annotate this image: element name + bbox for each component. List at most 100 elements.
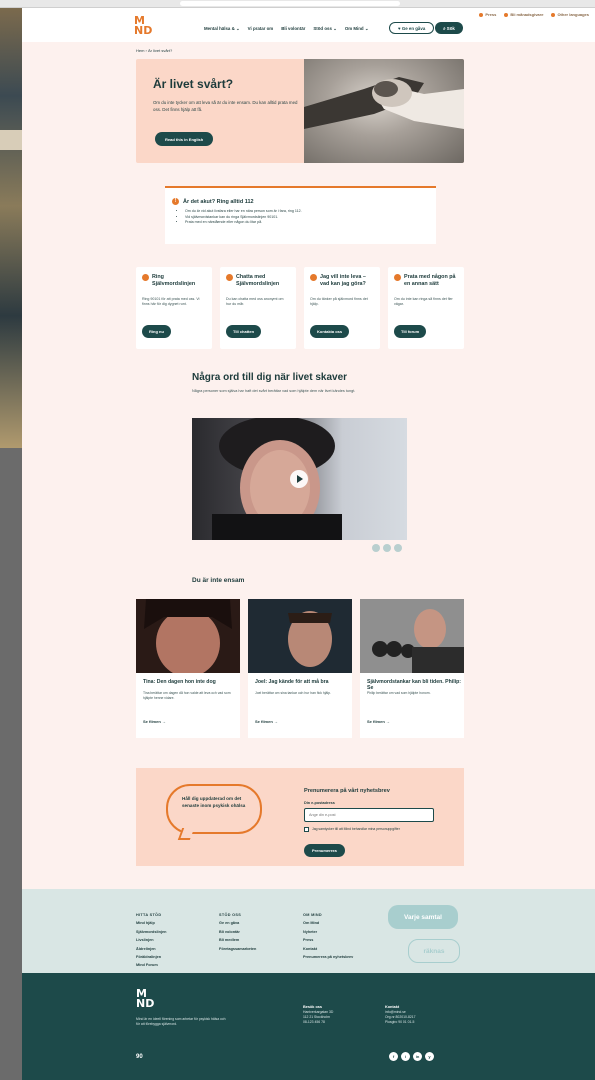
story-title: Joel: Jag kände för att må bra — [255, 679, 329, 685]
footer-link[interactable]: Press — [303, 936, 353, 944]
clasped-hands-illustration — [304, 77, 464, 129]
hands-photo — [304, 59, 464, 163]
card-text: Om du inte kan ringa så finns det fler v… — [394, 297, 453, 307]
footer-link[interactable]: Om Mind — [303, 919, 353, 927]
card-text: Om du tänker på självmord finns det hjäl… — [310, 297, 368, 307]
footer-link[interactable]: Prenumerera på nyhetsbrev — [303, 953, 353, 961]
main-nav: Mental hälsa & ⌄ Vi pratar om Bli volont… — [204, 26, 369, 32]
consent-label: Jag samtycker till att Mind behandlar mi… — [312, 827, 400, 831]
alert-title: ! Är det akut? Ring alltid 112 — [172, 198, 254, 205]
address-bar[interactable] — [180, 1, 400, 6]
story-card-philip[interactable]: Självmordstankar kan bli tiden. Philip: … — [360, 599, 464, 738]
footer-col-heading: HITTA STÖD — [136, 913, 162, 917]
tina-photo — [136, 599, 240, 673]
visit-line: 08-123 456 78 — [303, 1020, 325, 1024]
footer-bottom: M ND Mind är en ideell förening som arbet… — [22, 973, 595, 1080]
page-title: Är livet svårt? — [153, 77, 234, 91]
facebook-icon[interactable]: f — [389, 1052, 398, 1061]
nav-about[interactable]: Om Mind ⌄ — [345, 26, 369, 32]
card-text: Ring 90101 för att prata med oss. Vi fin… — [142, 297, 200, 307]
forum-button[interactable]: Till forum — [394, 325, 427, 338]
story-card-joel[interactable]: Joel: Jag kände för att må bra Joel berä… — [248, 599, 352, 738]
watch-film-link[interactable]: Se filmen → — [143, 719, 166, 724]
alert-list: Om du är vid akut livsfara eller har en … — [185, 209, 425, 226]
card-title-text: Chatta med Självmordslinjen — [236, 274, 280, 287]
top-link-monthly[interactable]: Bli månadsgivare — [504, 12, 543, 17]
words-title: Några ord till dig när livet skaver — [192, 372, 348, 383]
call-button[interactable]: Ring nu — [142, 325, 171, 338]
english-button[interactable]: Read this in English — [155, 132, 214, 146]
story-text: Philip berättar om vad som hjälpte honom… — [367, 691, 431, 695]
mind-logo[interactable]: M ND — [134, 15, 156, 38]
search-button[interactable]: ⌕ Sök — [435, 22, 463, 34]
footer-link[interactable]: Självmordslinjen — [136, 928, 166, 936]
emergency-alert: ! Är det akut? Ring alltid 112 Om du är … — [165, 186, 436, 244]
background-window-panel — [0, 130, 22, 150]
footer-link[interactable]: Mind hjälp — [136, 919, 166, 927]
background-window — [0, 8, 22, 448]
email-field[interactable] — [304, 808, 434, 822]
every-call-bubble: Varje samtal — [388, 905, 458, 929]
watch-film-link[interactable]: Se filmen → — [367, 719, 390, 724]
donate-button[interactable]: ♥ Ge en gåva — [389, 22, 435, 34]
nav-volunteer[interactable]: Bli volontär — [281, 26, 305, 32]
nav-we-talk[interactable]: Vi pratar om — [248, 26, 274, 32]
footer-link[interactable]: Företagssamarbeten — [219, 945, 256, 953]
linkedin-icon[interactable]: in — [413, 1052, 422, 1061]
help-cards: Ring Självmordslinjen Ring 90101 för att… — [136, 267, 464, 349]
speech-bubble: Håll dig uppdaterad om det senaste inom … — [166, 784, 262, 834]
question-icon — [310, 274, 317, 281]
footer-col-about: OM MIND Om Mind Nyheter Press Kontakt Pr… — [303, 911, 353, 961]
footer-link[interactable]: Bli volontär — [219, 928, 256, 936]
story-text: Tina berättar om dagen då hon valde att … — [143, 691, 231, 700]
words-intro: Några personer som själva har haft det s… — [192, 389, 356, 393]
contact-button[interactable]: Kontakta oss — [310, 325, 350, 338]
chat-button[interactable]: Till chatten — [226, 325, 262, 338]
email-label: Din e-postadress — [304, 801, 335, 805]
subscribe-button[interactable]: Prenumerera — [304, 844, 345, 857]
top-links: Press Bli månadsgivare Other languages — [479, 12, 589, 17]
card-title: Jag vill inte leva – vad kan jag göra? — [310, 274, 376, 287]
footer-logo[interactable]: M ND — [136, 988, 154, 1009]
footer-about: Mind är en ideell förening som arbetar f… — [136, 1017, 226, 1026]
hero-text: Om du inte tycker om att leva så är du i… — [153, 100, 298, 112]
footer-link[interactable]: Kontakt — [303, 945, 353, 953]
card-title-text: Prata med någon på en annan sätt — [404, 274, 456, 287]
footer-link[interactable]: Ge en gåva — [219, 919, 256, 927]
footer-link[interactable]: Mind Forum — [136, 961, 166, 969]
consent-checkbox[interactable]: Jag samtycker till att Mind behandlar mi… — [304, 827, 434, 832]
footer-link[interactable]: Äldrelinjen — [136, 945, 166, 953]
card-title: Chatta med Självmordslinjen — [226, 274, 292, 287]
play-icon[interactable] — [290, 470, 308, 488]
card-title-text: Ring Självmordslinjen — [152, 274, 196, 287]
top-link-languages[interactable]: Other languages — [551, 12, 589, 17]
carousel-next-button[interactable] — [394, 544, 402, 552]
card-other-way: Prata med någon på en annan sätt Om du i… — [388, 267, 464, 349]
checkbox-box[interactable] — [304, 827, 309, 832]
footer-col-heading: STÖD OSS — [219, 913, 242, 917]
hero-banner: Är livet svårt? Om du inte tycker om att… — [136, 59, 464, 163]
footer-link[interactable]: Bli medlem — [219, 936, 256, 944]
watch-film-link[interactable]: Se filmen → — [255, 719, 278, 724]
story-text: Joel berättar om sina tankar och hur han… — [255, 691, 331, 695]
card-text: Du kan chatta med oss anonymt om hur du … — [226, 297, 284, 307]
youtube-icon[interactable]: y — [425, 1052, 434, 1061]
breadcrumb[interactable]: Hem › Är livet svårt? — [136, 48, 172, 53]
video-player[interactable] — [192, 418, 407, 540]
social-links: f i in y — [389, 1052, 434, 1061]
globe-icon — [551, 12, 556, 17]
footer-link[interactable]: Föräldralinjen — [136, 953, 166, 961]
instagram-icon[interactable]: i — [401, 1052, 410, 1061]
footer-link[interactable]: Livslinjen — [136, 936, 166, 944]
top-link-press[interactable]: Press — [479, 12, 496, 17]
story-card-tina[interactable]: Tina: Den dagen hon inte dog Tina berätt… — [136, 599, 240, 738]
counts-bubble: räknas — [408, 939, 460, 963]
carousel-prev-button[interactable] — [372, 544, 380, 552]
90-account-badge: 90 — [136, 1054, 143, 1060]
nav-mental-health[interactable]: Mental hälsa & ⌄ — [204, 26, 240, 32]
nav-support-us[interactable]: Stöd oss ⌄ — [313, 26, 336, 32]
footer-col-find-support: HITTA STÖD Mind hjälp Självmordslinjen L… — [136, 911, 166, 970]
footer-col-support-us: STÖD OSS Ge en gåva Bli volontär Bli med… — [219, 911, 256, 953]
carousel-dot[interactable] — [383, 544, 391, 552]
footer-link[interactable]: Nyheter — [303, 928, 353, 936]
